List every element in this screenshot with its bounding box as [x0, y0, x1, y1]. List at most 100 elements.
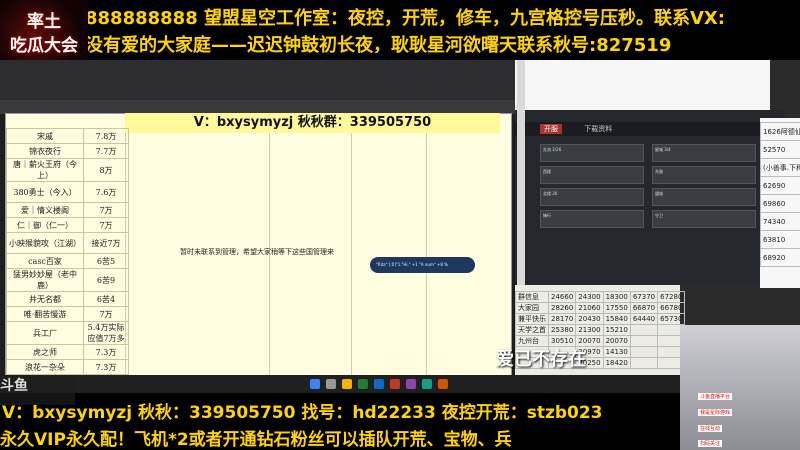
stat-cell: 1626阿德仙桶牌 [760, 122, 800, 141]
webcam-label: 在线互动 [698, 425, 723, 432]
grid-line [351, 114, 352, 376]
folder-icon[interactable] [342, 379, 352, 389]
price-table[interactable]: 宋戚 7.8万 锦衣夜行 7.7万 唐｜薪火王府（今上） 8万 380勇士（今入） 7.6万爱… [6, 128, 129, 390]
webcam-label: 我是星际游戏 [698, 409, 733, 416]
menu-price-cell[interactable]: 5.4万实际应值7万多 [83, 321, 129, 345]
menu-name-cell[interactable]: casc百家 [6, 253, 84, 269]
webcam-feed: 斗鱼直播平台 我是星际游戏 在线互动 扫码关注 [680, 325, 800, 450]
stat-cell: 大家园 [515, 302, 549, 314]
stat-cell: 65730 [657, 313, 686, 325]
app-icon[interactable] [438, 379, 448, 389]
stat-cell: 66870 [629, 302, 659, 314]
menu-price-cell[interactable]: 7.3万 [83, 359, 129, 375]
right-stats-table: 1626阿德仙桶牌52570(小善事.下称6269069860743406381… [760, 122, 800, 267]
table-row[interactable]: 宋戚 7.8万 [6, 128, 129, 144]
stat-cell: 17550 [602, 302, 631, 314]
app-icon[interactable] [390, 379, 400, 389]
menu-price-cell[interactable]: 7.8万 [83, 128, 129, 144]
stat-cell: 24660 [547, 291, 577, 303]
stat-cell: 69860 [760, 194, 800, 213]
stat-cell: 18300 [602, 291, 631, 303]
menu-name-cell[interactable]: 锦衣夜行 [6, 143, 84, 159]
menu-price-cell[interactable]: 7万 [83, 217, 129, 233]
stat-cell: 20430 [575, 313, 604, 325]
menu-name-cell[interactable]: 唐｜薪火王府（今上） [6, 158, 84, 182]
menu-price-cell[interactable]: 接近7万 [83, 232, 129, 254]
game-cell[interactable]: 锋行 [540, 210, 644, 228]
table-row[interactable]: 仁｜御（仁一） 7万 [6, 217, 129, 233]
menu-name-cell[interactable]: 380勇士（今入） [6, 181, 84, 203]
stat-cell [629, 335, 659, 347]
menu-price-cell[interactable]: 6苦4 [83, 291, 129, 307]
tab-download[interactable]: 下载资料 [584, 125, 612, 133]
menu-name-cell[interactable]: 井无名都 [6, 291, 84, 307]
menu-price-cell[interactable]: 7万 [83, 202, 129, 218]
right-stats-panel: 1626阿德仙桶牌52570(小善事.下称6269069860743406381… [760, 118, 800, 288]
chat-tooltip: "Rita" [:0]"1."Hi." +1 "A num" +8 % [370, 257, 475, 273]
menu-name-cell[interactable]: 虎之师 [6, 344, 84, 360]
formula-bar[interactable] [0, 100, 515, 114]
menu-name-cell[interactable]: 唯·翻苦慢游 [6, 306, 84, 322]
table-row[interactable]: 浪花一杂朵 7.3万 [6, 359, 129, 375]
logo-line1: 率土 [27, 12, 61, 32]
table-row: 62690 [760, 176, 800, 195]
stat-cell: 28170 [547, 313, 577, 325]
stat-cell: 天学之首 [515, 324, 549, 336]
logo-line2: 吃瓜大会 [10, 36, 78, 56]
game-cell[interactable]: 交流 2/26 [540, 144, 644, 162]
menu-price-cell[interactable]: 7万 [83, 306, 129, 322]
excel-icon[interactable] [358, 379, 368, 389]
stat-cell [629, 324, 659, 336]
menu-name-cell[interactable]: 猛男妙妙屋（老中鹿） [6, 268, 84, 292]
table-row: 68920 [760, 248, 800, 267]
game-cell[interactable]: 西楼 [540, 166, 644, 184]
table-row[interactable]: 唯·翻苦慢游 7万 [6, 306, 129, 322]
scrollbar[interactable] [517, 60, 525, 290]
stat-cell [629, 346, 659, 358]
menu-name-cell[interactable]: 宋戚 [6, 128, 84, 144]
menu-price-cell[interactable]: 7.7万 [83, 143, 129, 159]
game-cell[interactable]: 北楼 26 [540, 188, 644, 206]
menu-price-cell[interactable]: 6苦5 [83, 253, 129, 269]
browser-icon[interactable] [374, 379, 384, 389]
table-row: 兼平快乐 28170 20430 15840 64440 65730 [515, 313, 686, 325]
menu-name-cell[interactable]: 浪花一杂朵 [6, 359, 84, 375]
table-row[interactable]: 井无名都 6苦4 [6, 291, 129, 307]
table-row[interactable]: casc百家 6苦5 [6, 253, 129, 269]
stat-cell: 64440 [629, 313, 659, 325]
table-row: (小善事.下称 [760, 158, 800, 177]
game-cell[interactable]: 盟城 [652, 188, 756, 206]
tab-open[interactable]: 开服 [540, 124, 562, 134]
table-row[interactable]: 380勇士（今入） 7.6万 [6, 181, 129, 203]
grid-line [426, 114, 427, 376]
app-icon[interactable] [406, 379, 416, 389]
table-row[interactable]: 锦衣夜行 7.7万 [6, 143, 129, 159]
table-row[interactable]: 唐｜薪火王府（今上） 8万 [6, 158, 129, 182]
stat-cell: 68920 [760, 248, 800, 267]
stat-cell: 21300 [575, 324, 604, 336]
menu-price-cell[interactable]: 6苦9 [83, 268, 129, 292]
menu-name-cell[interactable]: 兵工厂 [6, 321, 84, 345]
game-cell[interactable]: 守卫 [652, 210, 756, 228]
stat-cell: 兼平快乐 [515, 313, 549, 325]
table-row[interactable]: 小映猴貌攻（江湖） 接近7万 [6, 232, 129, 254]
top-banner-line1: 888888888 望盟星空工作室：夜控，开荒，修车，九宫格控号压秒。联系VX: [85, 8, 725, 29]
menu-name-cell[interactable]: 小映猴貌攻（江湖） [6, 232, 84, 254]
game-cell[interactable]: 东屋 [652, 166, 756, 184]
game-tabs[interactable]: 开服 下载资料 [515, 122, 785, 136]
game-cell[interactable]: 星城 3/4 [652, 144, 756, 162]
table-row[interactable]: 兵工厂 5.4万实际应值7万多 [6, 321, 129, 345]
menu-price-cell[interactable]: 8万 [83, 158, 129, 182]
table-row[interactable]: 爱｜情义楼阁 7万 [6, 202, 129, 218]
app-icon[interactable] [422, 379, 432, 389]
windows-start-icon[interactable] [310, 379, 320, 389]
taskbar[interactable] [0, 375, 680, 393]
menu-price-cell[interactable]: 7.6万 [83, 181, 129, 203]
table-row: 群信息 24660 24300 18300 67370 67280 [515, 291, 686, 303]
menu-price-cell[interactable]: 7.3万 [83, 344, 129, 360]
search-icon[interactable] [326, 379, 336, 389]
table-row[interactable]: 猛男妙妙屋（老中鹿） 6苦9 [6, 268, 129, 292]
table-row[interactable]: 虎之师 7.3万 [6, 344, 129, 360]
menu-name-cell[interactable]: 爱｜情义楼阁 [6, 202, 84, 218]
menu-name-cell[interactable]: 仁｜御（仁一） [6, 217, 84, 233]
